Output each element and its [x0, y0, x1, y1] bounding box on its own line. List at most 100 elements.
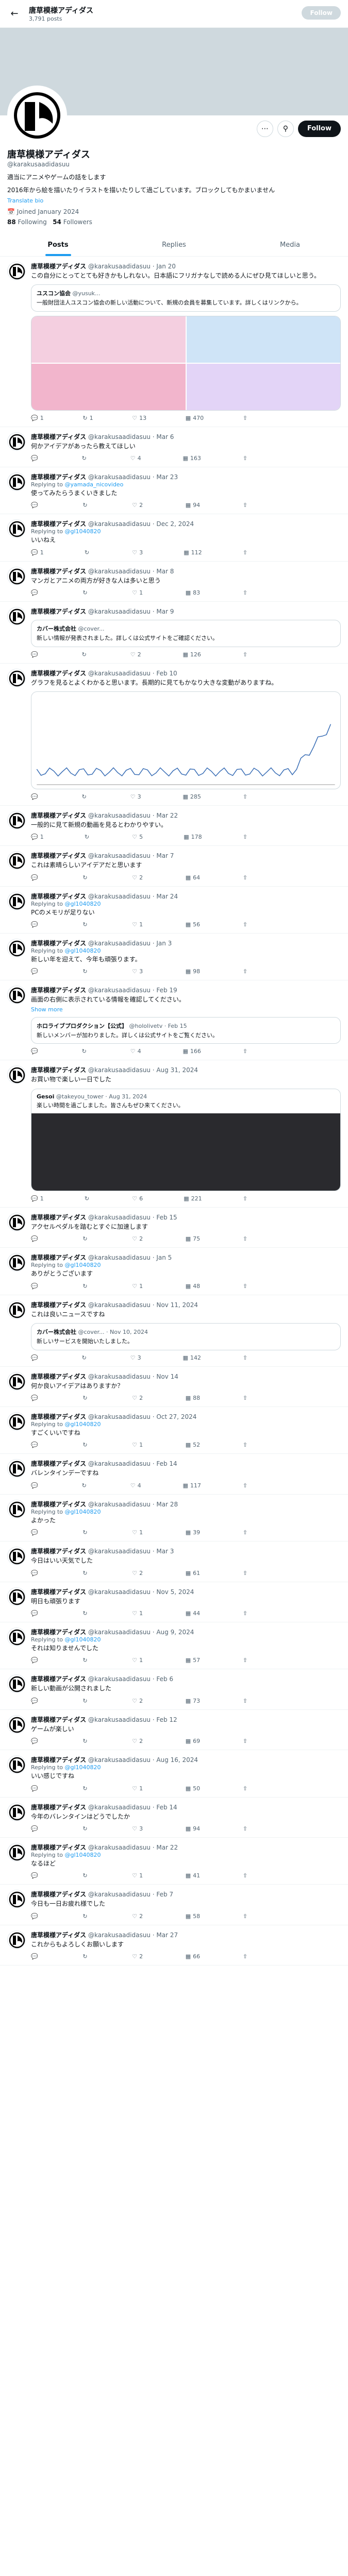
tweet[interactable]: 唐草模様アディダス @karakusaadidasuu · Nov 11, 20… [0, 1295, 348, 1367]
author-avatar[interactable] [7, 261, 26, 280]
views-action[interactable]: ▦ 98 [186, 968, 200, 975]
author-avatar[interactable] [7, 668, 26, 687]
tweet[interactable]: 唐草模様アディダス @karakusaadidasuu · Mar 27 これから… [0, 1925, 348, 1966]
views-action[interactable]: ▦ 88 [186, 1395, 200, 1401]
quoted-video-card[interactable]: Gesoi @takeyou_tower · Aug 31, 2024 楽しい時間… [31, 1088, 341, 1192]
views-action[interactable]: ▦ 94 [186, 502, 200, 509]
tweet[interactable]: 唐草模様アディダス @karakusaadidasuu · Mar 22 一般的に… [0, 806, 348, 846]
retweet-action[interactable]: ↻ [82, 1825, 89, 1832]
reply-handle[interactable]: @gl1040820 [65, 1636, 101, 1643]
reply-handle[interactable]: @gl1040820 [65, 528, 101, 535]
tweet[interactable]: 唐草模様アディダス @karakusaadidasuu · Mar 9 カバー株式… [0, 602, 348, 664]
tab-posts[interactable]: Posts [0, 234, 116, 256]
retweet-action[interactable]: ↻ [82, 968, 89, 975]
retweet-action[interactable]: ↻ [82, 1442, 89, 1448]
author-avatar[interactable] [7, 472, 26, 491]
share-action[interactable]: ⇧ [243, 1354, 247, 1361]
reply-action[interactable]: 💬 [31, 1235, 40, 1242]
reply-action[interactable]: 💬 [31, 502, 40, 509]
share-action[interactable]: ⇧ [243, 1283, 247, 1290]
follow-button[interactable]: Follow [297, 121, 341, 137]
reply-action[interactable]: 💬 [31, 1698, 40, 1704]
like-action[interactable]: ♡ 2 [132, 502, 143, 509]
tweet[interactable]: 唐草模様アディダス @karakusaadidasuu · Mar 24 Repl… [0, 887, 348, 934]
retweet-action[interactable]: ↻ [82, 1482, 89, 1489]
author-avatar[interactable] [7, 1587, 26, 1606]
views-action[interactable]: ▦ 94 [186, 1825, 200, 1832]
like-action[interactable]: ♡ 3 [130, 1354, 141, 1361]
tweet[interactable]: 唐草模様アディダス @karakusaadidasuu · Feb 7 今日も一日… [0, 1885, 348, 1925]
like-action[interactable]: ♡ 2 [132, 1698, 143, 1704]
author-avatar[interactable] [7, 986, 26, 1005]
reply-action[interactable]: 💬 [31, 921, 40, 928]
share-action[interactable]: ⇧ [243, 1610, 247, 1617]
reply-action[interactable]: 💬 [31, 1354, 40, 1361]
reply-handle[interactable]: @gl1040820 [65, 947, 101, 954]
reply-action[interactable]: 💬 [31, 651, 40, 658]
like-action[interactable]: ♡ 2 [132, 1738, 143, 1744]
author-name[interactable]: 唐草模様アディダス [31, 852, 86, 859]
views-action[interactable]: ▦ 73 [186, 1698, 200, 1704]
tweet[interactable]: 唐草模様アディダス @karakusaadidasuu · Aug 16, 20… [0, 1750, 348, 1798]
share-action[interactable]: ⇧ [243, 502, 247, 509]
author-name[interactable]: 唐草模様アディダス [31, 1891, 86, 1898]
media-image[interactable] [31, 316, 186, 363]
reply-action[interactable]: 💬 [31, 1738, 40, 1744]
show-more-link[interactable]: Show more [31, 1006, 341, 1013]
quoted-tweet[interactable]: ホロライブプロダクション【公式】 @hololivetv · Feb 15 新しい… [31, 1016, 341, 1044]
like-action[interactable]: ♡ 13 [132, 415, 146, 421]
views-action[interactable]: ▦ 56 [186, 921, 200, 928]
views-action[interactable]: ▦ 285 [183, 793, 201, 800]
author-avatar[interactable] [7, 1930, 26, 1949]
share-action[interactable]: ⇧ [243, 834, 247, 840]
reply-action[interactable]: 💬 [31, 1529, 40, 1536]
views-action[interactable]: ▦ 75 [186, 1235, 200, 1242]
author-name[interactable]: 唐草模様アディダス [31, 1301, 86, 1309]
quoted-tweet[interactable]: カバー株式会社 @cover... · Nov 10, 2024 新しいサービスを… [31, 1323, 341, 1350]
tweet[interactable]: 唐草模様アディダス @karakusaadidasuu · Mar 7 これは素晴… [0, 846, 348, 887]
share-action[interactable]: ⇧ [243, 1570, 247, 1577]
media-image[interactable] [186, 316, 340, 363]
author-avatar[interactable] [7, 810, 26, 829]
author-name[interactable]: 唐草模様アディダス [31, 1588, 86, 1596]
media-image[interactable] [186, 363, 340, 410]
author-name[interactable]: 唐草模様アディダス [31, 1254, 86, 1261]
author-avatar[interactable] [7, 566, 26, 585]
share-action[interactable]: ⇧ [243, 549, 247, 556]
author-name[interactable]: 唐草模様アディダス [31, 1675, 86, 1683]
retweet-action[interactable]: ↻ [82, 1570, 89, 1577]
like-action[interactable]: ♡ 5 [132, 834, 143, 840]
media-image[interactable] [31, 363, 186, 410]
author-avatar[interactable] [7, 1300, 26, 1319]
tweet[interactable]: 唐草模様アディダス @karakusaadidasuu · Aug 31, 20… [0, 1060, 348, 1208]
tweet[interactable]: 唐草模様アディダス @karakusaadidasuu · Jan 5 Reply… [0, 1248, 348, 1295]
author-avatar[interactable] [7, 939, 26, 958]
chart-image[interactable] [31, 691, 341, 789]
retweet-action[interactable]: ↻ [82, 455, 89, 462]
reply-action[interactable]: 💬 [31, 793, 40, 800]
author-name[interactable]: 唐草模様アディダス [31, 893, 86, 900]
share-action[interactable]: ⇧ [243, 1872, 247, 1879]
retweet-action[interactable]: ↻ 1 [82, 415, 93, 421]
author-avatar[interactable] [7, 1213, 26, 1232]
reply-action[interactable]: 💬 [31, 1825, 40, 1832]
like-action[interactable]: ♡ 2 [132, 874, 143, 881]
views-action[interactable]: ▦ 41 [186, 1872, 200, 1879]
reply-action[interactable]: 💬 [31, 1570, 40, 1577]
author-avatar[interactable] [7, 1802, 26, 1821]
views-action[interactable]: ▦ 48 [186, 1283, 200, 1290]
share-action[interactable]: ⇧ [243, 1825, 247, 1832]
views-action[interactable]: ▦ 126 [183, 651, 201, 658]
retweet-action[interactable]: ↻ [82, 1395, 89, 1401]
author-name[interactable]: 唐草模様アディダス [31, 987, 86, 994]
share-action[interactable]: ⇧ [243, 1395, 247, 1401]
reply-handle[interactable]: @gl1040820 [65, 901, 101, 907]
tweet[interactable]: 唐草模様アディダス @karakusaadidasuu · Aug 9, 202… [0, 1622, 348, 1670]
like-action[interactable]: ♡ 1 [132, 1785, 143, 1792]
following-label[interactable]: Following [18, 218, 47, 226]
author-name[interactable]: 唐草模様アディダス [31, 1373, 86, 1380]
reply-action[interactable]: 💬 [31, 589, 40, 596]
reply-action[interactable]: 💬 1 [31, 549, 44, 556]
share-action[interactable]: ⇧ [243, 455, 247, 462]
author-name[interactable]: 唐草模様アディダス [31, 433, 86, 440]
